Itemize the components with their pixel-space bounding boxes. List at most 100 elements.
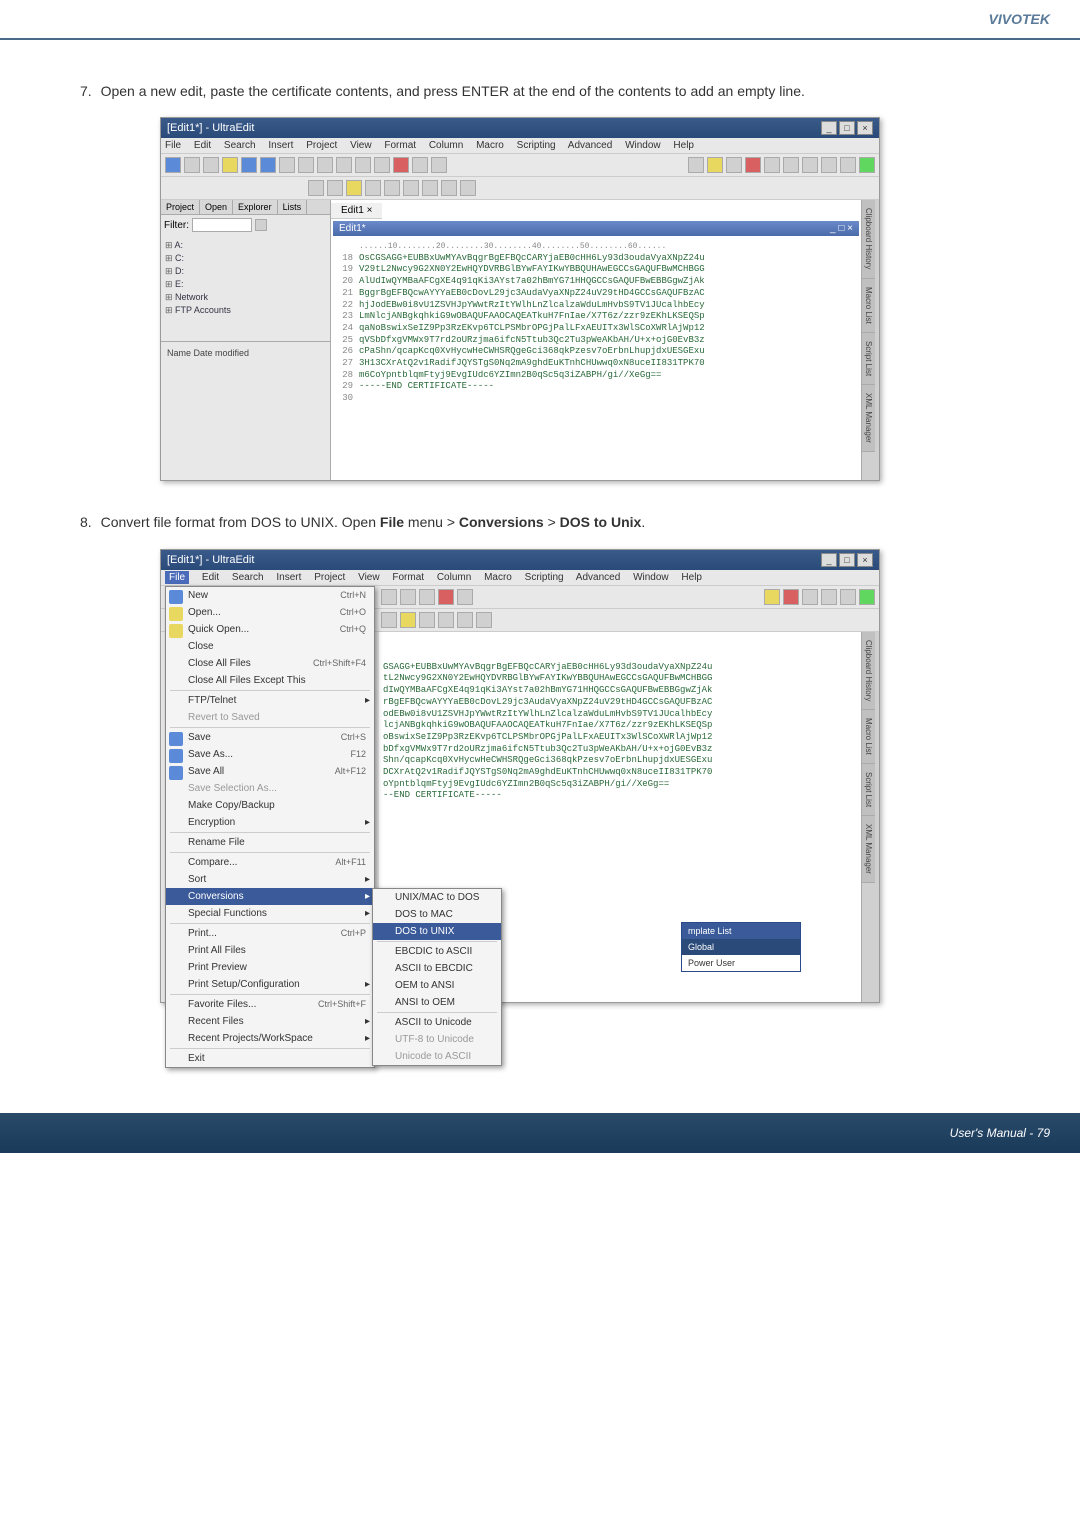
menu-item-favorite-files-[interactable]: Favorite Files...Ctrl+Shift+F: [166, 996, 374, 1013]
menu-item-sort[interactable]: Sort▸: [166, 871, 374, 888]
maximize-button[interactable]: □: [839, 121, 855, 135]
toolbar-icon[interactable]: [419, 589, 435, 605]
toolbar-icon[interactable]: [438, 589, 454, 605]
toolbar-icon[interactable]: [393, 157, 409, 173]
menu-item-print-setup-configuration[interactable]: Print Setup/Configuration▸: [166, 976, 374, 993]
file-tab[interactable]: Edit1 ×: [331, 203, 382, 219]
menu-item-close[interactable]: Close: [166, 638, 374, 655]
toolbar-icon[interactable]: [279, 157, 295, 173]
toolbar-icon[interactable]: [802, 589, 818, 605]
toolbar-icon[interactable]: [422, 180, 438, 196]
menu-item-save-all[interactable]: Save AllAlt+F12: [166, 763, 374, 780]
panel-tab-lists[interactable]: Lists: [278, 200, 308, 214]
filter-input[interactable]: [192, 218, 252, 232]
minimize-button[interactable]: _: [821, 553, 837, 567]
toolbar-icon[interactable]: [327, 180, 343, 196]
submenu-item-unix-mac-to-dos[interactable]: UNIX/MAC to DOS: [373, 889, 501, 906]
submenu-item-ascii-to-ebcdic[interactable]: ASCII to EBCDIC: [373, 960, 501, 977]
toolbar-icon[interactable]: [783, 589, 799, 605]
vtab-xml[interactable]: XML Manager: [862, 816, 875, 883]
toolbar-icon[interactable]: [438, 612, 454, 628]
toolbar-icon[interactable]: [222, 157, 238, 173]
toolbar-icon[interactable]: [355, 157, 371, 173]
toolbar-icon[interactable]: [859, 589, 875, 605]
close-button[interactable]: ×: [857, 553, 873, 567]
panel-tab-open[interactable]: Open: [200, 200, 233, 214]
close-button[interactable]: ×: [857, 121, 873, 135]
filter-go-icon[interactable]: [255, 219, 267, 231]
toolbar-icon[interactable]: [298, 157, 314, 173]
menu-item-ftp-telnet[interactable]: FTP/Telnet▸: [166, 692, 374, 709]
vtab-macro[interactable]: Macro List: [862, 279, 875, 333]
menu-item-close-all-files-except-this[interactable]: Close All Files Except This: [166, 672, 374, 689]
toolbar-icon[interactable]: [374, 157, 390, 173]
toolbar-icon[interactable]: [165, 157, 181, 173]
toolbar-icon[interactable]: [403, 180, 419, 196]
toolbar-icon[interactable]: [400, 612, 416, 628]
toolbar-icon[interactable]: [476, 612, 492, 628]
toolbar-icon[interactable]: [726, 157, 742, 173]
minimize-button[interactable]: _: [821, 121, 837, 135]
toolbar-icon[interactable]: [859, 157, 875, 173]
toolbar-icon[interactable]: [821, 589, 837, 605]
menu-item-recent-projects-workspace[interactable]: Recent Projects/WorkSpace▸: [166, 1030, 374, 1047]
toolbar-icon[interactable]: [412, 157, 428, 173]
maximize-button[interactable]: □: [839, 553, 855, 567]
toolbar-icon[interactable]: [764, 589, 780, 605]
vtab-clipboard[interactable]: Clipboard History: [862, 200, 875, 278]
vtab-xml[interactable]: XML Manager: [862, 385, 875, 452]
panel-tab-project[interactable]: Project: [161, 200, 200, 214]
toolbar-icon[interactable]: [241, 157, 257, 173]
panel-tab-explorer[interactable]: Explorer: [233, 200, 278, 214]
template-row[interactable]: Power User: [682, 955, 800, 971]
menu-item-print-[interactable]: Print...Ctrl+P: [166, 925, 374, 942]
code-editor[interactable]: ......10........20........30........40..…: [331, 238, 861, 408]
menu-bar[interactable]: File Edit Search Insert Project View For…: [161, 138, 879, 154]
toolbar-icon[interactable]: [457, 589, 473, 605]
vtab-macro[interactable]: Macro List: [862, 710, 875, 764]
menu-item-rename-file[interactable]: Rename File: [166, 834, 374, 851]
menu-item-save-as-[interactable]: Save As...F12: [166, 746, 374, 763]
toolbar-icon[interactable]: [457, 612, 473, 628]
menu-item-recent-files[interactable]: Recent Files▸: [166, 1013, 374, 1030]
toolbar-icon[interactable]: [431, 157, 447, 173]
menu-item-print-all-files[interactable]: Print All Files: [166, 942, 374, 959]
toolbar-icon[interactable]: [707, 157, 723, 173]
toolbar-icon[interactable]: [184, 157, 200, 173]
toolbar-icon[interactable]: [336, 157, 352, 173]
toolbar-icon[interactable]: [745, 157, 761, 173]
toolbar-icon[interactable]: [802, 157, 818, 173]
tree-item[interactable]: A:: [165, 239, 326, 252]
toolbar-icon[interactable]: [365, 180, 381, 196]
menu-item-compare-[interactable]: Compare...Alt+F11: [166, 854, 374, 871]
code-editor[interactable]: GSAGG+EUBBxUwMYAvBqgrBgEFBQcCARYjaEB0cHH…: [379, 632, 861, 806]
menu-item-exit[interactable]: Exit: [166, 1050, 374, 1067]
toolbar-icon[interactable]: [821, 157, 837, 173]
vtab-script[interactable]: Script List: [862, 764, 875, 816]
tree-item[interactable]: D:: [165, 265, 326, 278]
menu-item-close-all-files[interactable]: Close All FilesCtrl+Shift+F4: [166, 655, 374, 672]
submenu-item-ascii-to-unicode[interactable]: ASCII to Unicode: [373, 1014, 501, 1031]
toolbar-icon[interactable]: [308, 180, 324, 196]
menu-item-encryption[interactable]: Encryption▸: [166, 814, 374, 831]
menu-item-save[interactable]: SaveCtrl+S: [166, 729, 374, 746]
toolbar-icon[interactable]: [381, 612, 397, 628]
toolbar-icon[interactable]: [764, 157, 780, 173]
tree-item[interactable]: E:: [165, 278, 326, 291]
vtab-clipboard[interactable]: Clipboard History: [862, 632, 875, 710]
menu-bar[interactable]: File Edit Search Insert Project View For…: [161, 570, 879, 586]
toolbar-icon[interactable]: [419, 612, 435, 628]
submenu-item-oem-to-ansi[interactable]: OEM to ANSI: [373, 977, 501, 994]
toolbar-icon[interactable]: [840, 157, 856, 173]
menu-item-make-copy-backup[interactable]: Make Copy/Backup: [166, 797, 374, 814]
menu-item-print-preview[interactable]: Print Preview: [166, 959, 374, 976]
toolbar-icon[interactable]: [381, 589, 397, 605]
toolbar-icon[interactable]: [317, 157, 333, 173]
menu-item-conversions[interactable]: Conversions▸UNIX/MAC to DOSDOS to MACDOS…: [166, 888, 374, 905]
menu-item-special-functions[interactable]: Special Functions▸: [166, 905, 374, 922]
submenu-item-dos-to-unix[interactable]: DOS to UNIX: [373, 923, 501, 940]
toolbar-icon[interactable]: [400, 589, 416, 605]
toolbar-icon[interactable]: [260, 157, 276, 173]
toolbar-icon[interactable]: [688, 157, 704, 173]
toolbar-icon[interactable]: [203, 157, 219, 173]
